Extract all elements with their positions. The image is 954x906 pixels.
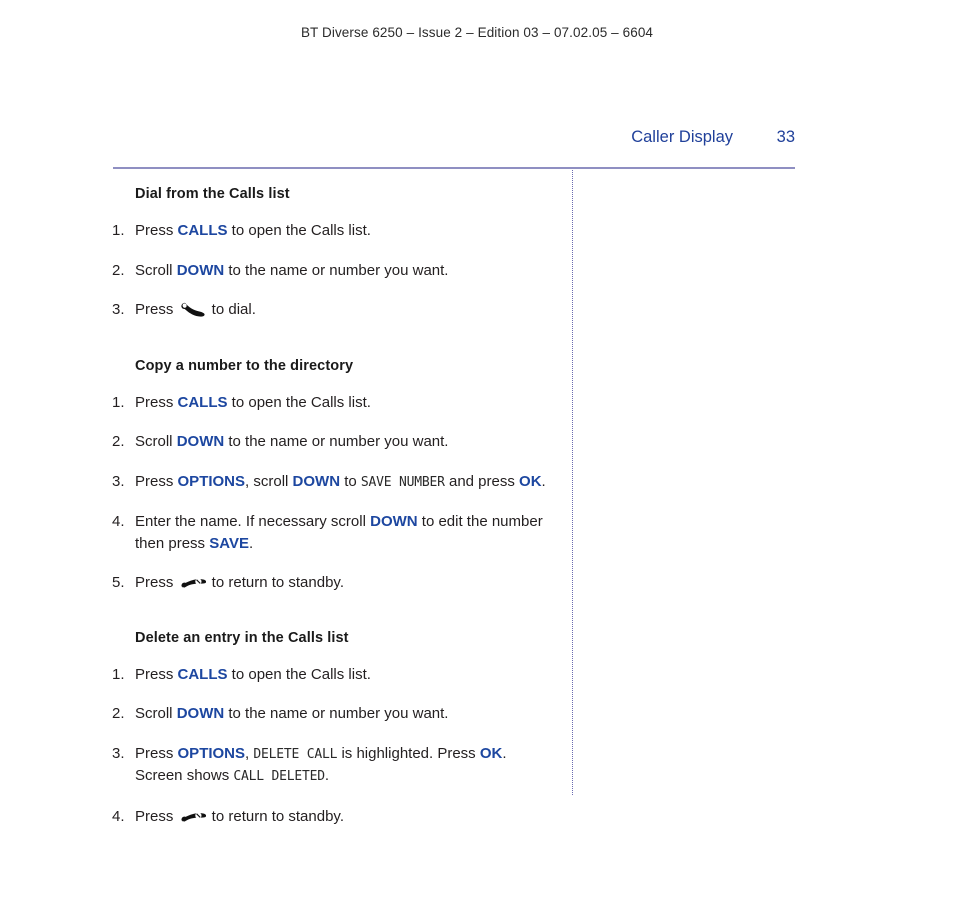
keyword-label: DOWN [370, 513, 418, 530]
step-item: 1. Press CALLS to open the Calls list. [112, 664, 552, 686]
step-text: Press [135, 222, 178, 239]
keyword-label: CALLS [177, 665, 228, 683]
page-content: Dial from the Calls list 1. Press CALLS to… [112, 186, 552, 827]
step-text: Scroll [135, 261, 177, 279]
step-item: 2. Scroll DOWN to the name or number you … [112, 431, 552, 453]
step-item: 1. Press CALLS to open the Calls list. [112, 392, 552, 414]
step-item: 4. Press to return to standby. [112, 806, 552, 828]
step-item: 3. Press to dial. [112, 299, 552, 321]
keyword-label: CALLS [177, 222, 228, 239]
step-text: to dial. [207, 301, 256, 318]
step-text: to [340, 472, 361, 490]
keyword-label: CALLS [177, 393, 228, 411]
page-number: 33 [776, 128, 795, 146]
step-text: Press [135, 393, 178, 411]
step-text: to the name or number you want. [224, 433, 449, 450]
step-text: is highlighted. Press [337, 744, 480, 762]
keyword-label: OPTIONS [177, 744, 246, 762]
column-divider [572, 170, 573, 795]
step-number: 2. [112, 261, 125, 279]
step-text: and press [444, 472, 520, 490]
step-number: 3. [112, 472, 125, 490]
handset-end-icon [180, 808, 206, 825]
step-text: Press [135, 807, 178, 825]
screen-text: CALL DELETED [233, 769, 325, 784]
step-item: 2. Scroll DOWN to the name or number you … [112, 703, 552, 725]
page-title-row: Caller Display 33 [113, 128, 795, 147]
keyword-label: OK [519, 472, 542, 490]
step-text: Scroll [135, 705, 177, 722]
keyword-label: DOWN [176, 433, 225, 450]
keyword-label: OPTIONS [177, 472, 246, 490]
step-number: 1. [112, 665, 125, 683]
step-text: Scroll [135, 433, 177, 450]
section-heading: Delete an entry in the Calls list [135, 629, 349, 646]
step-item: 3. Press OPTIONS, DELETE CALL is highligh… [112, 743, 552, 788]
chapter-title: Caller Display [631, 128, 733, 146]
step-number: 3. [112, 301, 125, 318]
keyword-label: DOWN [176, 261, 225, 279]
step-number: 1. [112, 222, 125, 239]
step-item: 2. Scroll DOWN to the name or number you … [112, 260, 552, 282]
step-item: 5. Press to return to standby. [112, 572, 552, 594]
step-text: . [324, 767, 330, 784]
section: Copy a number to the directory 1. Press CA… [112, 358, 552, 594]
step-text: to the name or number you want. [224, 261, 449, 279]
step-item: 3. Press OPTIONS, scroll DOWN to SAVE NUM… [112, 471, 552, 494]
step-number: 1. [112, 393, 125, 411]
step-list: 1. Press CALLS to open the Calls list. 2. S… [112, 220, 552, 321]
step-number: 4. [112, 513, 125, 530]
step-text: to open the Calls list. [227, 393, 371, 411]
step-text: Press [135, 472, 178, 490]
handset-end-icon [180, 574, 206, 591]
step-text: Enter the name. If necessary scroll [135, 513, 371, 530]
step-text: , scroll [245, 472, 293, 490]
step-number: 2. [112, 705, 125, 722]
section: Dial from the Calls list 1. Press CALLS to… [112, 186, 552, 321]
step-number: 5. [112, 574, 125, 591]
step-text: to open the Calls list. [227, 665, 371, 683]
keyword-label: DOWN [176, 705, 225, 722]
step-text: Press [135, 301, 178, 318]
keyword-label: DOWN [292, 472, 341, 490]
step-text: . [248, 534, 254, 552]
step-list: 1. Press CALLS to open the Calls list. 2. S… [112, 392, 552, 594]
screen-text: DELETE CALL [253, 746, 338, 762]
section-heading: Dial from the Calls list [135, 186, 290, 202]
running-header: BT Diverse 6250 – Issue 2 – Edition 03 –… [300, 25, 654, 40]
screen-text: SAVE NUMBER [360, 474, 445, 490]
keyword-label: OK [479, 744, 503, 762]
step-text: Press [135, 574, 178, 591]
handset-call-icon [180, 301, 206, 318]
keyword-label: SAVE [209, 534, 249, 552]
section: Delete an entry in the Calls list 1. Press… [112, 630, 552, 828]
step-number: 4. [112, 807, 125, 825]
step-text: to return to standby. [207, 574, 344, 591]
step-text: Press [135, 665, 178, 683]
step-text: . [541, 472, 546, 490]
title-rule [113, 167, 795, 169]
step-text: to the name or number you want. [224, 705, 449, 722]
step-item: 1. Press CALLS to open the Calls list. [112, 220, 552, 242]
step-number: 3. [112, 744, 125, 762]
step-number: 2. [112, 433, 125, 450]
step-text: to open the Calls list. [227, 222, 371, 239]
step-list: 1. Press CALLS to open the Calls list. 2. S… [112, 664, 552, 828]
step-text: to return to standby. [207, 807, 344, 825]
section-heading: Copy a number to the directory [135, 357, 354, 374]
step-text: Press [135, 744, 178, 762]
step-item: 4. Enter the name. If necessary scroll DO… [112, 511, 552, 554]
